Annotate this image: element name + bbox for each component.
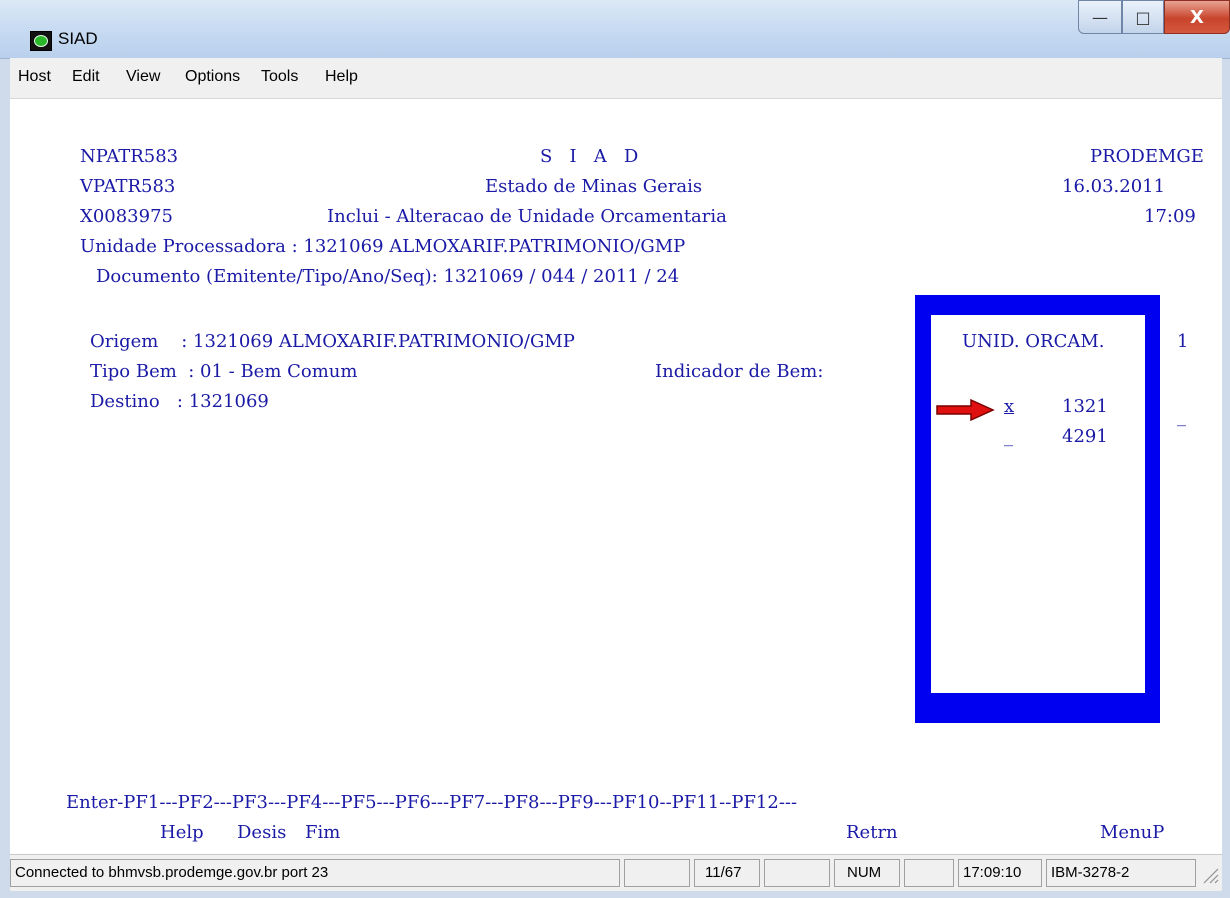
state-title: Estado de Minas Gerais	[485, 176, 703, 197]
budget-unit-1: 1321	[1062, 396, 1108, 417]
menu-host[interactable]: Host	[18, 68, 51, 86]
right-value: 1	[1177, 331, 1189, 352]
pf2-label: Desis	[237, 822, 287, 843]
program-id-1: NPATR583	[80, 146, 179, 167]
right-input-field[interactable]: _	[1177, 406, 1186, 428]
menu-options[interactable]: Options	[185, 68, 240, 86]
resize-grip-icon[interactable]	[1200, 865, 1220, 885]
menu-edit[interactable]: Edit	[72, 68, 100, 86]
connection-status: Connected to bhmvsb.prodemge.gov.br port…	[10, 859, 620, 887]
menu-help[interactable]: Help	[325, 68, 358, 86]
window-title: SIAD	[58, 29, 98, 48]
tipo-bem-field: Tipo Bem : 01 - Bem Comum	[90, 361, 358, 382]
cursor-position: 11/67	[694, 859, 760, 887]
origem-field: Origem : 1321069 ALMOXARIF.PATRIMONIO/GM…	[90, 331, 575, 352]
destino-field: Destino : 1321069	[90, 391, 269, 412]
num-lock-indicator: NUM	[834, 859, 900, 887]
close-icon: X	[1190, 6, 1204, 28]
system-title: S I A D	[540, 146, 639, 167]
close-button[interactable]: X	[1164, 0, 1230, 34]
indicador-label: Indicador de Bem:	[655, 361, 824, 382]
minimize-icon: —	[1092, 7, 1108, 27]
select-field-2[interactable]: _	[1004, 426, 1013, 448]
menu-tools[interactable]: Tools	[261, 68, 298, 86]
screen-time: 17:09	[1144, 206, 1196, 227]
program-id-2: VPATR583	[80, 176, 176, 197]
user-id: X0083975	[80, 206, 173, 227]
maximize-button[interactable]: □	[1122, 0, 1164, 34]
menu-bar: Host Edit View Options Tools Help	[10, 58, 1222, 99]
pf-keys-line: Enter-PF1---PF2---PF3---PF4---PF5---PF6-…	[66, 792, 798, 813]
status-empty-1	[624, 859, 690, 887]
status-clock: 17:09:10	[958, 859, 1042, 887]
processing-unit: Unidade Processadora : 1321069 ALMOXARIF…	[80, 236, 686, 257]
screen-title: Inclui - Alteracao de Unidade Orcamentar…	[327, 206, 727, 227]
status-empty-3	[904, 859, 954, 887]
select-field-1[interactable]: x	[1004, 396, 1014, 418]
popup-header: UNID. ORCAM.	[962, 331, 1105, 352]
red-arrow-icon	[936, 398, 995, 422]
pf3-label: Fim	[305, 822, 341, 843]
menu-view[interactable]: View	[126, 68, 160, 86]
maximize-icon: □	[1135, 7, 1151, 27]
pf1-label: Help	[160, 822, 204, 843]
terminal-window: SIAD — □ X Host Edit View Options Tools …	[0, 0, 1230, 898]
pf9-label: Retrn	[846, 822, 898, 843]
title-bar[interactable]: SIAD	[0, 0, 1230, 59]
terminal-app-icon[interactable]	[30, 31, 52, 51]
screen-date: 16.03.2011	[1062, 176, 1166, 197]
status-empty-2	[764, 859, 830, 887]
popup-body	[931, 315, 1145, 693]
organization: PRODEMGE	[1090, 146, 1204, 167]
budget-unit-2: 4291	[1062, 426, 1108, 447]
pf12-label: MenuP	[1100, 822, 1165, 843]
document-line: Documento (Emitente/Tipo/Ano/Seq): 13210…	[96, 266, 680, 287]
status-bar: Connected to bhmvsb.prodemge.gov.br port…	[10, 854, 1222, 891]
minimize-button[interactable]: —	[1078, 0, 1122, 34]
terminal-type: IBM-3278-2	[1046, 859, 1196, 887]
